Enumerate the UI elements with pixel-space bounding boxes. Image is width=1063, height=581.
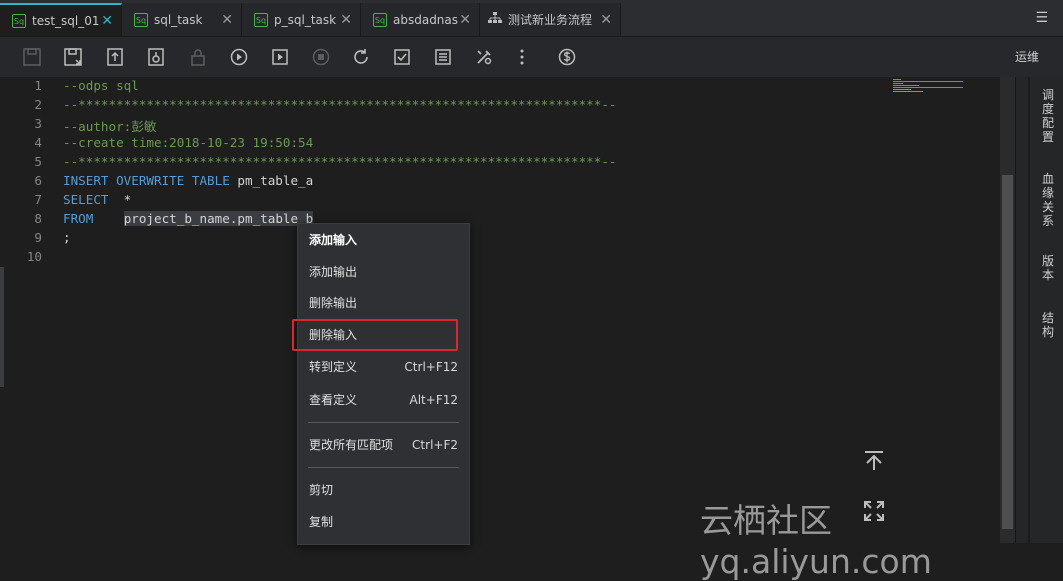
tab-version[interactable]: 版本 [1038,254,1058,282]
menu-item-copy[interactable]: 复制 [298,510,469,534]
tab-structure[interactable]: 结构 [1038,311,1058,339]
cost-estimate-icon[interactable] [556,46,578,68]
ops-button[interactable]: 运维 [1015,48,1039,65]
code-text: --**************************************… [63,97,617,112]
code-text: INSERT OVERWRITE TABLE pm_table_a [63,173,313,188]
highlight-annotation [292,319,458,351]
sql-keyword: FROM [63,211,94,226]
save-as-icon[interactable] [62,46,84,68]
close-icon[interactable]: ✕ [101,13,113,29]
back-to-top-icon[interactable] [862,449,886,473]
steal-lock-icon[interactable] [145,46,167,68]
menu-item-delete-output[interactable]: 删除输出 [298,291,469,315]
gutter-marker [0,267,4,387]
tab-label: absdadnas [393,12,459,27]
menu-item-go-to-definition[interactable]: 转到定义 Ctrl+F12 [298,355,469,379]
sql-identifier: pm_table_a [229,173,314,188]
code-text: SELECT * [63,192,131,207]
code-text: --create time:2018-10-23 19:50:54 [63,135,314,150]
menu-separator [308,467,459,468]
tab-sql-task[interactable]: Sq sql_task ✕ [122,3,242,36]
more-icon[interactable] [511,46,533,68]
tab-bar: Sq test_sql_01 ✕ Sq sql_task ✕ Sq p_sql_… [0,0,1063,37]
sql-file-icon: Sq [373,12,387,27]
line-number: 9 [34,230,42,245]
refresh-icon[interactable] [350,46,372,68]
tab-list-menu-icon[interactable]: ☰ [1035,10,1048,26]
line-number: 7 [34,192,42,207]
line-number: 6 [34,173,42,188]
code-text: ; [63,230,71,245]
sql-keyword: SELECT [63,192,109,207]
code-text: --**************************************… [63,154,617,169]
menu-item-cut[interactable]: 剪切 [298,478,469,502]
code-text: FROM project_b_name.pm_table b [63,211,314,226]
tab-absdadnas[interactable]: Sq absdadnas ✕ [361,3,480,36]
sql-identifier: * [108,192,132,207]
menu-separator [308,422,459,423]
tab-schedule-config[interactable]: 调度配置 [1038,88,1058,144]
tab-label: 测试新业务流程 [508,13,593,27]
code-text: --author:彭敏 [63,119,157,134]
line-number: 5 [34,154,42,169]
minimap[interactable] [893,79,963,93]
tools-icon[interactable] [473,46,495,68]
lock-icon[interactable] [187,46,209,68]
shortcut-label: Alt+F12 [409,393,458,407]
run-icon[interactable] [228,46,250,68]
context-menu: 添加输入 添加输出 删除输出 删除输入 转到定义 Ctrl+F12 查看定义 Alt… [297,223,470,545]
menu-item-add-output[interactable]: 添加输出 [298,260,469,284]
sql-keyword: INSERT OVERWRITE TABLE [63,173,230,188]
shortcut-label: Ctrl+F12 [404,360,458,374]
menu-item-change-all-occurrences[interactable]: 更改所有匹配项 Ctrl+F2 [298,433,469,457]
sql-file-icon: Sq [12,13,26,28]
editor-scrollbar[interactable] [1000,77,1015,543]
format-icon[interactable] [432,46,454,68]
run-with-params-icon[interactable] [269,46,291,68]
tab-lineage[interactable]: 血缘关系 [1038,172,1058,228]
tab-label: p_sql_task [274,12,337,27]
watermark: 云栖社区 yq.aliyun.com [700,501,932,581]
tab-label: sql_task [154,12,203,27]
close-icon[interactable]: ✕ [221,12,233,28]
toolbar: 运维 [0,37,1063,78]
right-panel: 调度配置 血缘关系 版本 结构 [1015,77,1063,543]
menu-item-peek-definition[interactable]: 查看定义 Alt+F12 [298,388,469,412]
panel-divider [1028,77,1030,543]
close-icon[interactable]: ✕ [600,12,612,28]
sql-file-icon: Sq [254,12,268,27]
code-text: --odps sql [63,78,139,93]
line-number: 3 [34,116,42,131]
menu-item-add-input[interactable]: 添加输入 [298,228,469,252]
tab-label: test_sql_01 [32,13,100,28]
shortcut-label: Ctrl+F2 [412,438,458,452]
line-number: 4 [34,135,42,150]
selected-table-name[interactable]: project_b_name.pm_table b [123,211,314,226]
check-icon[interactable] [391,46,413,68]
stop-icon[interactable] [310,46,332,68]
tab-test-sql-01[interactable]: Sq test_sql_01 ✕ [0,3,122,36]
sql-file-icon: Sq [134,12,148,27]
line-number: 1 [34,78,42,93]
code-editor[interactable]: 1 --odps sql 2 --*************************… [0,77,1000,543]
tab-p-sql-task[interactable]: Sq p_sql_task ✕ [242,3,361,36]
close-icon[interactable]: ✕ [459,12,471,28]
submit-icon[interactable] [104,46,126,68]
tab-business-flow[interactable]: 测试新业务流程 ✕ [480,3,621,36]
line-number: 2 [34,97,42,112]
line-number: 10 [26,249,42,264]
line-number: 8 [34,211,42,226]
scrollbar-thumb[interactable] [1002,175,1013,529]
workflow-icon [488,12,502,27]
close-icon[interactable]: ✕ [340,12,352,28]
save-icon[interactable] [21,46,43,68]
